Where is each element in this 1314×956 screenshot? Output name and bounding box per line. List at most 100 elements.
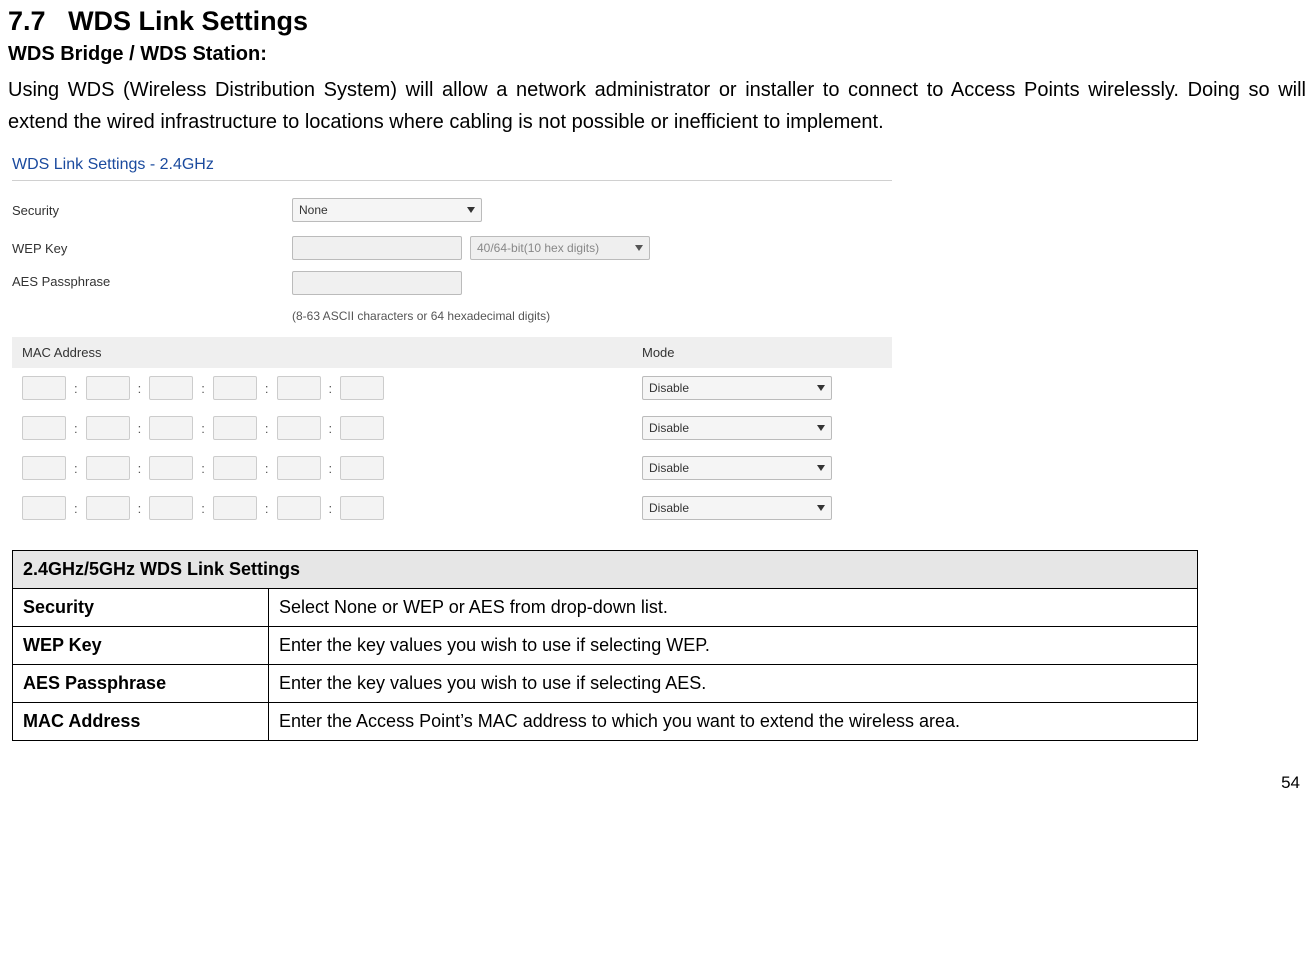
wds-panel: WDS Link Settings - 2.4GHz Security None… [12, 156, 892, 528]
colon-separator: : [329, 381, 333, 396]
chevron-down-icon [817, 465, 825, 471]
aes-passphrase-input[interactable] [292, 271, 462, 295]
mode-select[interactable]: Disable [642, 456, 832, 480]
mode-select-value: Disable [649, 421, 689, 435]
security-row: Security None [12, 195, 892, 225]
section-heading: 7.7 WDS Link Settings [8, 6, 1306, 37]
colon-separator: : [329, 461, 333, 476]
settings-value: Enter the key values you wish to use if … [269, 665, 1198, 703]
page-number: 54 [8, 761, 1306, 801]
mac-address-fields: ::::: [22, 496, 642, 520]
mac-octet-input[interactable] [213, 376, 257, 400]
mac-address-fields: ::::: [22, 456, 642, 480]
mac-octet-input[interactable] [340, 456, 384, 480]
mac-row: :::::Disable [12, 368, 892, 408]
colon-separator: : [201, 501, 205, 516]
mac-octet-input[interactable] [340, 416, 384, 440]
colon-separator: : [201, 421, 205, 436]
mac-octet-input[interactable] [86, 456, 130, 480]
mac-col-mode: Mode [642, 345, 675, 360]
mac-octet-input[interactable] [149, 416, 193, 440]
mode-select[interactable]: Disable [642, 496, 832, 520]
chevron-down-icon [467, 207, 475, 213]
intro-paragraph: Using WDS (Wireless Distribution System)… [8, 74, 1306, 138]
mac-address-fields: ::::: [22, 416, 642, 440]
colon-separator: : [265, 501, 269, 516]
colon-separator: : [265, 381, 269, 396]
settings-row: MAC AddressEnter the Access Point’s MAC … [13, 703, 1198, 741]
mode-select[interactable]: Disable [642, 376, 832, 400]
section-number: 7.7 [8, 6, 46, 36]
divider [12, 180, 892, 181]
mac-octet-input[interactable] [340, 376, 384, 400]
mac-octet-input[interactable] [277, 376, 321, 400]
colon-separator: : [74, 501, 78, 516]
settings-table: 2.4GHz/5GHz WDS Link Settings SecuritySe… [12, 550, 1198, 741]
section-title: WDS Link Settings [68, 6, 308, 36]
mac-address-fields: ::::: [22, 376, 642, 400]
chevron-down-icon [817, 425, 825, 431]
security-select-value: None [299, 203, 328, 217]
colon-separator: : [74, 381, 78, 396]
mac-octet-input[interactable] [22, 496, 66, 520]
mac-octet-input[interactable] [22, 376, 66, 400]
mac-octet-input[interactable] [149, 496, 193, 520]
mac-octet-input[interactable] [86, 416, 130, 440]
aes-row: AES Passphrase [12, 271, 892, 301]
settings-key: AES Passphrase [13, 665, 269, 703]
settings-key: WEP Key [13, 627, 269, 665]
mac-octet-input[interactable] [22, 416, 66, 440]
settings-value: Enter the Access Point’s MAC address to … [269, 703, 1198, 741]
mac-octet-input[interactable] [213, 456, 257, 480]
security-label: Security [12, 203, 292, 218]
mac-octet-input[interactable] [213, 496, 257, 520]
mac-octet-input[interactable] [213, 416, 257, 440]
mac-octet-input[interactable] [149, 456, 193, 480]
wep-label: WEP Key [12, 241, 292, 256]
mode-select[interactable]: Disable [642, 416, 832, 440]
mac-octet-input[interactable] [277, 456, 321, 480]
mode-select-value: Disable [649, 461, 689, 475]
colon-separator: : [138, 421, 142, 436]
section-subtitle: WDS Bridge / WDS Station: [8, 43, 1306, 66]
colon-separator: : [201, 461, 205, 476]
settings-table-header: 2.4GHz/5GHz WDS Link Settings [13, 551, 1198, 589]
aes-label: AES Passphrase [12, 271, 292, 289]
chevron-down-icon [817, 385, 825, 391]
colon-separator: : [74, 421, 78, 436]
settings-key: MAC Address [13, 703, 269, 741]
settings-row: SecuritySelect None or WEP or AES from d… [13, 589, 1198, 627]
settings-row: WEP KeyEnter the key values you wish to … [13, 627, 1198, 665]
colon-separator: : [329, 501, 333, 516]
settings-value: Select None or WEP or AES from drop-down… [269, 589, 1198, 627]
settings-key: Security [13, 589, 269, 627]
mac-row: :::::Disable [12, 488, 892, 528]
mac-row: :::::Disable [12, 408, 892, 448]
mac-octet-input[interactable] [22, 456, 66, 480]
wep-bits-value: 40/64-bit(10 hex digits) [477, 241, 599, 255]
mac-octet-input[interactable] [149, 376, 193, 400]
chevron-down-icon [817, 505, 825, 511]
chevron-down-icon [635, 245, 643, 251]
colon-separator: : [201, 381, 205, 396]
mac-octet-input[interactable] [86, 376, 130, 400]
mac-octet-input[interactable] [277, 496, 321, 520]
colon-separator: : [138, 501, 142, 516]
colon-separator: : [265, 461, 269, 476]
mac-row: :::::Disable [12, 448, 892, 488]
mac-octet-input[interactable] [340, 496, 384, 520]
colon-separator: : [138, 461, 142, 476]
security-select[interactable]: None [292, 198, 482, 222]
settings-value: Enter the key values you wish to use if … [269, 627, 1198, 665]
mac-table-header: MAC Address Mode [12, 337, 892, 368]
mac-octet-input[interactable] [86, 496, 130, 520]
mode-select-value: Disable [649, 381, 689, 395]
mode-select-value: Disable [649, 501, 689, 515]
mac-octet-input[interactable] [277, 416, 321, 440]
colon-separator: : [138, 381, 142, 396]
wep-key-input[interactable] [292, 236, 462, 260]
wep-bits-select[interactable]: 40/64-bit(10 hex digits) [470, 236, 650, 260]
colon-separator: : [74, 461, 78, 476]
settings-row: AES PassphraseEnter the key values you w… [13, 665, 1198, 703]
mac-col-address: MAC Address [22, 345, 642, 360]
